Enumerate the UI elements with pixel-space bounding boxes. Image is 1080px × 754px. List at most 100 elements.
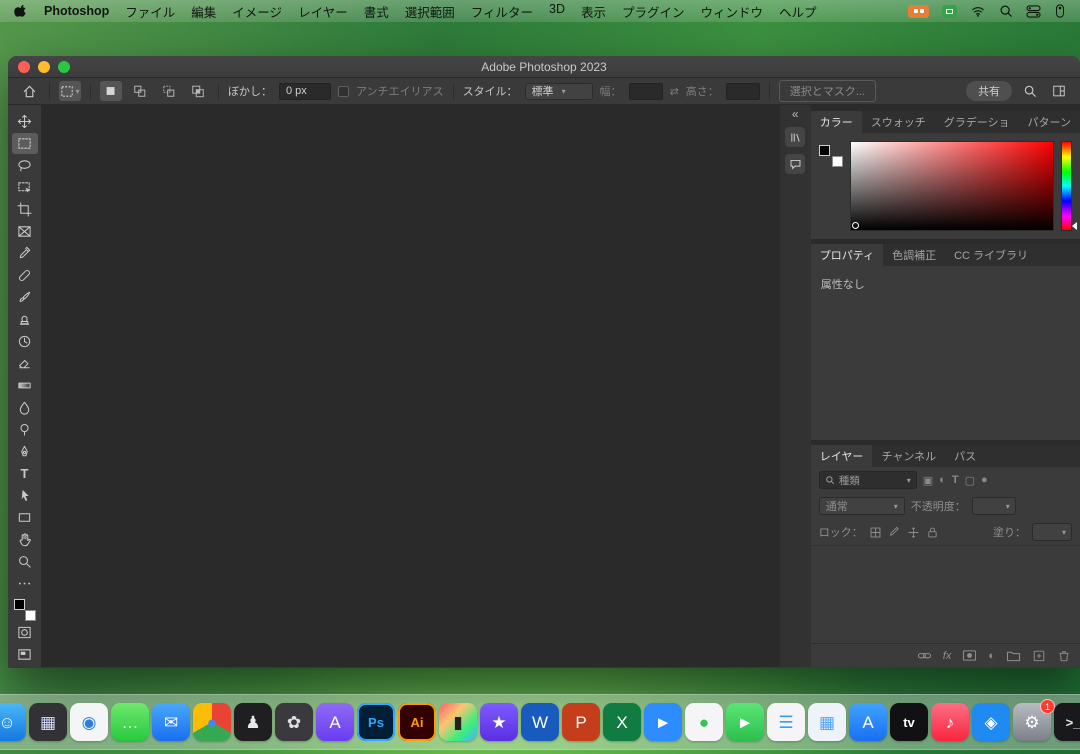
dock-item-purple-a-app[interactable]: A xyxy=(316,703,354,741)
new-selection-button[interactable] xyxy=(100,81,122,101)
dock-item-white-green-dot-app[interactable]: ● xyxy=(685,703,723,741)
pen-tool[interactable] xyxy=(12,441,38,462)
dock-item-launchpad[interactable]: ▦ xyxy=(29,703,67,741)
edit-toolbar-button[interactable] xyxy=(12,573,38,594)
frame-tool[interactable] xyxy=(12,221,38,242)
layer-mask-icon[interactable] xyxy=(962,649,977,662)
widget-orange-icon[interactable] xyxy=(908,5,929,18)
dock-item-system-settings[interactable]: ⚙1 xyxy=(1013,703,1051,741)
style-select[interactable]: 標準▾ xyxy=(525,83,593,100)
dock-item-excel[interactable]: X xyxy=(603,703,641,741)
clone-stamp-tool[interactable] xyxy=(12,309,38,330)
swap-dimensions-icon[interactable]: ⇄ xyxy=(670,85,679,98)
menu-item[interactable]: 選択範囲 xyxy=(405,2,455,21)
blur-tool[interactable] xyxy=(12,397,38,418)
zoom-tool[interactable] xyxy=(12,551,38,572)
menu-item[interactable]: プラグイン xyxy=(622,2,685,21)
object-selection-tool[interactable] xyxy=(12,177,38,198)
menu-item[interactable]: 3D xyxy=(549,2,565,21)
collapse-panels-button[interactable]: « xyxy=(792,108,799,120)
tab-channels[interactable]: チャンネル xyxy=(872,445,945,467)
delete-layer-icon[interactable] xyxy=(1057,649,1071,662)
saturation-brightness-field[interactable] xyxy=(850,141,1054,231)
minimize-button[interactable] xyxy=(38,61,50,73)
tab-swatches[interactable]: スウォッチ xyxy=(862,111,935,133)
brush-tool[interactable] xyxy=(12,287,38,308)
adjustment-layer-filter-icon[interactable]: ◐ xyxy=(939,474,946,486)
tab-gradients[interactable]: グラデーショ xyxy=(935,111,1019,133)
height-input[interactable] xyxy=(726,83,760,100)
adjustment-layer-icon[interactable]: ◐ xyxy=(988,650,995,662)
menu-item[interactable]: フィルター xyxy=(471,2,533,21)
lasso-tool[interactable] xyxy=(12,155,38,176)
active-app-menu[interactable]: Photoshop xyxy=(44,4,109,18)
tab-cc-libraries[interactable]: CC ライブラリ xyxy=(945,244,1037,266)
share-button[interactable]: 共有 xyxy=(966,81,1012,101)
hand-tool[interactable] xyxy=(12,529,38,550)
title-bar[interactable]: Adobe Photoshop 2023 xyxy=(8,56,1080,78)
dock-item-chrome[interactable]: ● xyxy=(193,703,231,741)
menu-item[interactable]: イメージ xyxy=(232,2,282,21)
eraser-tool[interactable] xyxy=(12,353,38,374)
menu-item[interactable]: レイヤー xyxy=(298,2,348,21)
dock-item-terminal[interactable]: >_ xyxy=(1054,703,1080,741)
new-group-icon[interactable] xyxy=(1006,649,1021,662)
dock-item-photoshop[interactable]: Ps xyxy=(357,703,395,741)
panel-background-swatch[interactable] xyxy=(832,156,843,167)
select-and-mask-button[interactable]: 選択とマスク... xyxy=(779,80,876,102)
foreground-color-swatch[interactable] xyxy=(14,599,25,610)
panel-color-swatches[interactable] xyxy=(819,145,843,167)
menu-item[interactable]: ファイル xyxy=(125,2,175,21)
lock-all-icon[interactable] xyxy=(926,526,939,539)
type-layer-filter-icon[interactable]: T xyxy=(952,474,959,486)
dock-item-illustrator[interactable]: Ai xyxy=(398,703,436,741)
lock-position-icon[interactable] xyxy=(907,526,920,539)
dock-item-app-store[interactable]: A xyxy=(849,703,887,741)
zoom-button[interactable] xyxy=(58,61,70,73)
type-tool[interactable]: T xyxy=(12,463,38,484)
dock-item-music[interactable]: ♪ xyxy=(931,703,969,741)
dock-item-messages[interactable]: … xyxy=(111,703,149,741)
dodge-tool[interactable] xyxy=(12,419,38,440)
link-layers-icon[interactable] xyxy=(917,649,932,662)
dock-item-powerpoint[interactable]: P xyxy=(562,703,600,741)
layer-style-icon[interactable]: fx xyxy=(943,650,952,662)
hue-slider-marker[interactable] xyxy=(1072,222,1077,230)
add-to-selection-button[interactable] xyxy=(129,81,151,101)
blend-mode-select[interactable]: 通常▾ xyxy=(819,497,905,515)
hue-slider[interactable] xyxy=(1061,141,1072,231)
tab-adjustments[interactable]: 色調補正 xyxy=(883,244,945,266)
dock-item-safari[interactable]: ◉ xyxy=(70,703,108,741)
shape-layer-filter-icon[interactable]: ▢ xyxy=(965,474,975,487)
dock-item-mail[interactable]: ✉ xyxy=(152,703,190,741)
widget-green-icon[interactable] xyxy=(942,5,957,18)
menu-item[interactable]: ヘルプ xyxy=(779,2,817,21)
menu-item[interactable]: 書式 xyxy=(364,2,389,21)
dock-item-finder[interactable]: ☺ xyxy=(0,703,26,741)
tab-paths[interactable]: パス xyxy=(945,445,985,467)
pixel-layer-filter-icon[interactable]: ▣ xyxy=(923,474,933,487)
dock-item-video-app-blue[interactable]: ► xyxy=(644,703,682,741)
tool-preset-button[interactable]: ▾ xyxy=(59,81,81,101)
antialias-checkbox[interactable] xyxy=(338,86,349,97)
close-button[interactable] xyxy=(18,61,30,73)
tab-properties[interactable]: プロパティ xyxy=(811,244,883,266)
subtract-from-selection-button[interactable] xyxy=(158,81,180,101)
tab-color[interactable]: カラー xyxy=(811,111,862,133)
tab-patterns[interactable]: パターン xyxy=(1019,111,1080,133)
dock-item-list-app[interactable]: ☰ xyxy=(767,703,805,741)
color-picker-dot[interactable] xyxy=(852,222,859,229)
eyedropper-tool[interactable] xyxy=(12,243,38,264)
rectangular-marquee-tool[interactable] xyxy=(12,133,38,154)
history-brush-tool[interactable] xyxy=(12,331,38,352)
menu-item[interactable]: 編集 xyxy=(191,2,216,21)
dock-item-gray-flower-app[interactable]: ✿ xyxy=(275,703,313,741)
tab-layers[interactable]: レイヤー xyxy=(811,445,873,467)
control-center-icon[interactable] xyxy=(1026,5,1041,18)
intersect-selection-button[interactable] xyxy=(187,81,209,101)
width-input[interactable] xyxy=(629,83,663,100)
search-icon[interactable] xyxy=(1019,81,1041,101)
foreground-background-colors[interactable] xyxy=(14,599,36,621)
apple-menu[interactable] xyxy=(14,4,28,19)
dock-item-final-cut-pro[interactable]: ▮ xyxy=(439,703,477,741)
